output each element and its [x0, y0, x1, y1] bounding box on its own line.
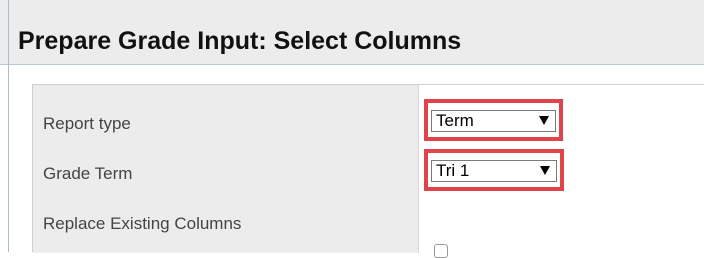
report-type-label: Report type [43, 114, 131, 133]
column-selection-form: Report type Grade Term Replace Existing … [32, 84, 704, 253]
replace-existing-columns-checkbox[interactable] [434, 244, 448, 258]
page-header: Prepare Grade Input: Select Columns [0, 0, 704, 65]
chevron-down-icon [539, 116, 549, 125]
page-title: Prepare Grade Input: Select Columns [18, 27, 462, 55]
report-type-value: Term [436, 111, 474, 130]
grade-term-select[interactable]: Tri 1 [431, 160, 557, 182]
grade-term-value: Tri 1 [436, 161, 470, 180]
left-border [8, 0, 9, 252]
grade-term-label: Grade Term [43, 164, 133, 183]
prepare-grade-input-page: Prepare Grade Input: Select Columns Repo… [0, 0, 704, 258]
report-type-select[interactable]: Term [431, 110, 556, 132]
replace-existing-columns-label: Replace Existing Columns [43, 214, 242, 233]
chevron-down-icon [540, 166, 550, 175]
